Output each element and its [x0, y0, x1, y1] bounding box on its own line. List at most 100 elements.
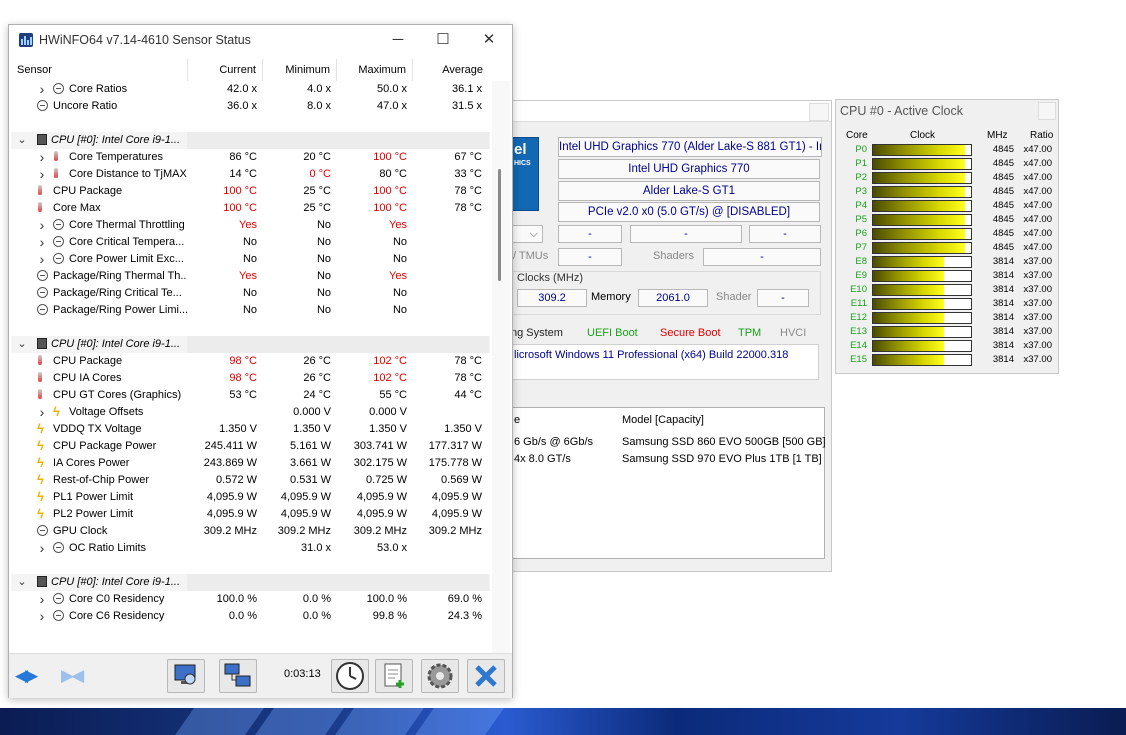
sensor-row[interactable]: CPU Package 100 °C 25 °C 100 °C 78 °C — [11, 183, 490, 200]
sensor-row[interactable]: CPU Package 98 °C 26 °C 102 °C 78 °C — [11, 353, 490, 370]
sensor-row[interactable]: › Core Critical Tempera... No No No — [11, 234, 490, 251]
collapse-chevron-icon[interactable]: ⌄ — [17, 336, 27, 353]
scrollbar-thumb[interactable] — [498, 169, 501, 281]
current-value: 309.2 MHz — [203, 525, 257, 537]
expand-chevron-icon[interactable]: › — [37, 217, 47, 233]
sensor-label: PL2 Power Limit — [53, 508, 134, 520]
summary-close-button[interactable] — [809, 103, 829, 121]
network-share-button[interactable] — [219, 659, 257, 693]
minimum-value: 20 °C — [303, 151, 331, 163]
sensor-row[interactable]: › Core C6 Residency 0.0 % 0.0 % 99.8 % 24.3 % — [11, 608, 490, 625]
sensor-row[interactable]: Package/Ring Thermal Th... Yes No Yes — [11, 268, 490, 285]
clock-bar-fill — [873, 313, 944, 323]
core-clock-row: E12 3814 x37.00 — [836, 311, 1058, 325]
core-mhz: 3814 — [992, 326, 1014, 337]
sensor-row[interactable]: › Core Power Limit Exc... No No No — [11, 251, 490, 268]
core-name: P4 — [855, 200, 867, 211]
sensor-row[interactable]: CPU IA Cores 98 °C 26 °C 102 °C 78 °C — [11, 370, 490, 387]
collapse-arrows-icon[interactable]: ◀▶ — [15, 666, 38, 686]
expand-chevron-icon[interactable]: › — [37, 591, 47, 607]
drives-list[interactable]: e Model [Capacity] 6 Gb/s @ 6Gb/s Samsun… — [511, 407, 826, 559]
sensor-row[interactable]: › Core Thermal Throttling Yes No Yes — [11, 217, 490, 234]
network-monitor-button[interactable] — [167, 659, 205, 693]
sensor-row[interactable]: GPU Clock 309.2 MHz 309.2 MHz 309.2 MHz 309.… — [11, 523, 490, 540]
active-clock-close-button[interactable] — [1038, 102, 1056, 120]
sensor-group-row[interactable]: ⌄ CPU [#0]: Intel Core i9-1... — [11, 336, 490, 353]
sensor-name-cell: › Core Temperatures — [11, 149, 187, 166]
expand-arrows-icon[interactable]: ▶◀ — [61, 666, 84, 686]
sensor-table[interactable]: › Core Ratios 42.0 x 4.0 x 50.0 x 36.1 x Uncor… — [11, 81, 490, 653]
sensor-row[interactable]: Package/Ring Power Limi... No No No — [11, 302, 490, 319]
column-header-current[interactable]: Current — [187, 59, 263, 81]
sensor-row[interactable]: › OC Ratio Limits 31.0 x 53.0 x — [11, 540, 490, 557]
minimize-button[interactable]: ─ — [383, 29, 413, 51]
gpu-bus-field: PCIe v2.0 x0 (5.0 GT/s) @ [DISABLED] — [558, 202, 820, 222]
core-mhz: 4845 — [992, 228, 1014, 239]
clock-bar — [872, 284, 972, 296]
expand-chevron-icon[interactable]: › — [37, 149, 47, 165]
core-mhz: 3814 — [992, 270, 1014, 281]
column-header-minimum[interactable]: Minimum — [263, 59, 337, 81]
expand-chevron-icon[interactable]: › — [37, 608, 47, 624]
core-clock-row: P0 4845 x47.00 — [836, 143, 1058, 157]
sensor-row[interactable]: › Core Distance to TjMAX 14 °C 0 °C 80 °C 33 … — [11, 166, 490, 183]
thermometer-icon — [53, 151, 59, 162]
sensor-row[interactable]: › Core C0 Residency 100.0 % 0.0 % 100.0 % 69.… — [11, 591, 490, 608]
minimum-value: 4,095.9 W — [280, 491, 331, 503]
column-header-average[interactable]: Average — [413, 59, 489, 81]
col-ratio: Ratio — [1030, 130, 1054, 141]
minimum-value: 0.0 % — [302, 593, 331, 605]
expand-chevron-icon[interactable]: › — [37, 234, 47, 250]
sensor-group-label: CPU [#0]: Intel Core i9-1... — [51, 134, 180, 146]
sensor-row[interactable]: › ϟ Voltage Offsets 0.000 V 0.000 V — [11, 404, 490, 421]
close-sensors-button[interactable] — [467, 659, 505, 693]
vertical-scrollbar[interactable] — [492, 81, 510, 653]
sensor-row[interactable]: ϟ IA Cores Power 243.869 W 3.661 W 302.175 W… — [11, 455, 490, 472]
logging-button[interactable] — [375, 659, 413, 693]
os-value: licrosoft Windows 11 Professional (x64) … — [514, 349, 789, 361]
sensor-row[interactable]: Uncore Ratio 36.0 x 8.0 x 47.0 x 31.5 x — [11, 98, 490, 115]
sensor-row[interactable]: ϟ Rest-of-Chip Power 0.572 W 0.531 W 0.725 W… — [11, 472, 490, 489]
sensor-row[interactable]: ϟ VDDQ TX Voltage 1.350 V 1.350 V 1.350 V 1.3… — [11, 421, 490, 438]
group-value-cell — [337, 336, 413, 353]
maximum-value: 0.000 V — [369, 406, 407, 418]
sensor-row[interactable]: Package/Ring Critical Te... No No No — [11, 285, 490, 302]
close-button[interactable]: ✕ — [474, 29, 504, 51]
average-value: 67 °C — [454, 151, 482, 163]
average-value: 78 °C — [454, 355, 482, 367]
average-value: 175.778 W — [428, 457, 482, 469]
sensor-row[interactable]: ϟ CPU Package Power 245.411 W 5.161 W 303.74… — [11, 438, 490, 455]
reset-timer-button[interactable] — [331, 659, 369, 693]
sensor-row[interactable]: › Core Temperatures 86 °C 20 °C 100 °C 67 °C — [11, 149, 490, 166]
minimum-value: 0.000 V — [293, 406, 331, 418]
maximum-value: Yes — [389, 219, 407, 231]
sensor-row[interactable]: Core Max 100 °C 25 °C 100 °C 78 °C — [11, 200, 490, 217]
expand-chevron-icon[interactable]: › — [37, 251, 47, 267]
minimum-value: No — [316, 236, 331, 248]
core-ratio: x47.00 — [1023, 144, 1052, 155]
sensor-label: Core Max — [53, 202, 101, 214]
collapse-chevron-icon[interactable]: ⌄ — [17, 132, 27, 149]
core-clock-row: E11 3814 x37.00 — [836, 297, 1058, 311]
expand-chevron-icon[interactable]: › — [37, 540, 47, 556]
minimum-value: 8.0 x — [307, 100, 331, 112]
maximize-button[interactable]: ☐ — [428, 29, 458, 51]
settings-button[interactable] — [421, 659, 459, 693]
expand-chevron-icon[interactable]: › — [37, 166, 47, 182]
column-header-maximum[interactable]: Maximum — [337, 59, 413, 81]
sensor-group-row[interactable]: ⌄ CPU [#0]: Intel Core i9-1... — [11, 132, 490, 149]
core-mhz: 3814 — [992, 354, 1014, 365]
sensor-name-cell: ϟ PL2 Power Limit — [11, 506, 187, 523]
expand-chevron-icon[interactable]: › — [37, 404, 47, 420]
collapse-chevron-icon[interactable]: ⌄ — [17, 574, 27, 591]
sensor-group-row[interactable]: ⌄ CPU [#0]: Intel Core i9-1... — [11, 574, 490, 591]
maximum-value: 302.175 W — [353, 457, 407, 469]
sensor-row[interactable]: ϟ PL1 Power Limit 4,095.9 W 4,095.9 W 4,095.… — [11, 489, 490, 506]
sensor-row[interactable]: ϟ PL2 Power Limit 4,095.9 W 4,095.9 W 4,095.… — [11, 506, 490, 523]
sensor-row[interactable]: › Core Ratios 42.0 x 4.0 x 50.0 x 36.1 x — [11, 81, 490, 98]
sensor-row[interactable]: CPU GT Cores (Graphics) 53 °C 24 °C 55 °C 44… — [11, 387, 490, 404]
maximum-value: 80 °C — [379, 168, 407, 180]
column-header-sensor[interactable]: Sensor — [11, 59, 188, 81]
expand-chevron-icon[interactable]: › — [37, 81, 47, 97]
minimum-value: 0.531 W — [290, 474, 331, 486]
